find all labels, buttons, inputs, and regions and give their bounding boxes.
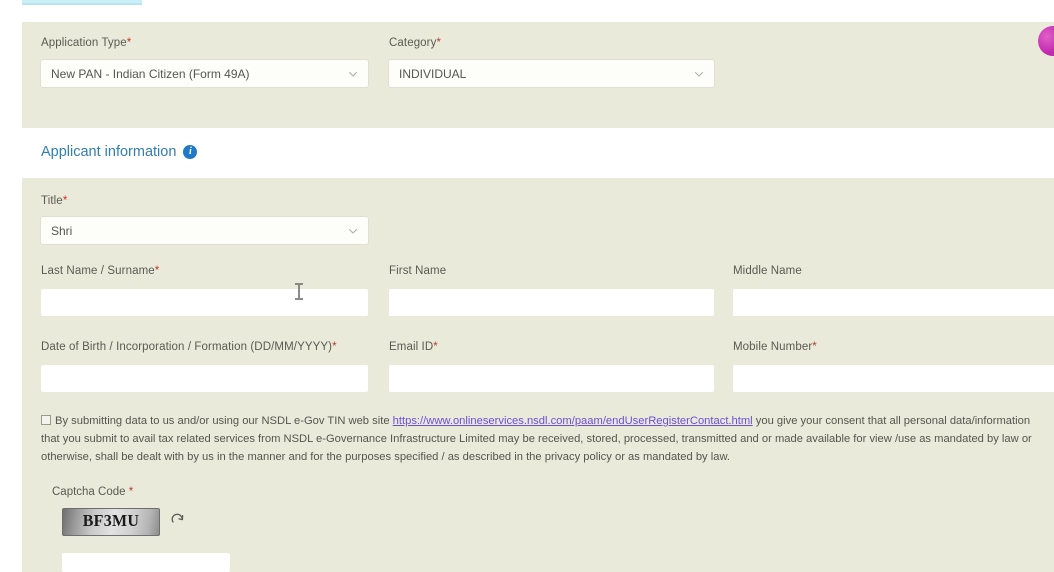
middle-name-label: Middle Name xyxy=(733,265,802,277)
refresh-icon[interactable] xyxy=(170,512,186,528)
title-label: Title* xyxy=(41,195,67,207)
active-tab-underline xyxy=(22,3,142,5)
application-type-required-marker: * xyxy=(126,37,132,49)
date-of-birth-input[interactable] xyxy=(41,365,368,392)
last-name-label-text: Last Name / Surname xyxy=(41,265,155,277)
last-name-label: Last Name / Surname* xyxy=(41,265,159,277)
email-input[interactable] xyxy=(389,365,714,392)
first-name-input[interactable] xyxy=(389,289,714,316)
consent-text-before-link: By submitting data to us and/or using ou… xyxy=(55,415,393,427)
captcha-image: BF3MU xyxy=(62,508,160,536)
captcha-code-input[interactable] xyxy=(62,553,230,572)
mobile-number-required-marker: * xyxy=(812,341,817,353)
applicant-information-heading: Applicant information i xyxy=(41,144,198,160)
applicant-information-heading-text: Applicant information xyxy=(41,144,177,160)
middle-name-label-text: Middle Name xyxy=(733,265,802,277)
date-of-birth-label-text: Date of Birth / Incorporation / Formatio… xyxy=(41,341,333,353)
date-of-birth-required-marker: * xyxy=(332,341,337,353)
chevron-down-icon xyxy=(349,228,357,234)
category-required-marker: * xyxy=(436,37,442,49)
captcha-code-label-text: Captcha Code xyxy=(52,486,129,498)
first-name-label-text: First Name xyxy=(389,265,447,277)
last-name-required-marker: * xyxy=(154,265,160,277)
info-icon[interactable]: i xyxy=(183,145,198,159)
last-name-input[interactable] xyxy=(41,289,368,316)
captcha-code-text: BF3MU xyxy=(82,512,140,531)
application-type-select[interactable]: New PAN - Indian Citizen (Form 49A) xyxy=(41,60,368,87)
category-label: Category* xyxy=(389,37,441,49)
chevron-down-icon xyxy=(695,71,703,77)
captcha-code-label: Captcha Code * xyxy=(52,486,133,498)
category-select[interactable]: INDIVIDUAL xyxy=(389,60,714,87)
title-value: Shri xyxy=(51,223,73,238)
consent-block: By submitting data to us and/or using ou… xyxy=(41,412,1041,466)
title-required-marker: * xyxy=(62,195,68,207)
title-label-text: Title xyxy=(41,195,63,207)
email-label-text: Email ID xyxy=(389,341,434,353)
captcha-required-marker: * xyxy=(128,486,134,498)
email-required-marker: * xyxy=(433,341,438,353)
pan-application-form-page: Application Type* New PAN - Indian Citiz… xyxy=(0,0,1054,572)
nsdl-register-contact-link[interactable]: https://www.onlineservices.nsdl.com/paam… xyxy=(393,415,753,427)
first-name-label: First Name xyxy=(389,265,446,277)
application-type-label-text: Application Type xyxy=(41,37,127,49)
middle-name-input[interactable] xyxy=(733,289,1054,316)
title-select[interactable]: Shri xyxy=(41,217,368,244)
date-of-birth-label: Date of Birth / Incorporation / Formatio… xyxy=(41,341,337,353)
consent-checkbox[interactable] xyxy=(41,415,51,425)
category-label-text: Category xyxy=(389,37,437,49)
mobile-number-label-text: Mobile Number xyxy=(733,341,813,353)
application-type-value: New PAN - Indian Citizen (Form 49A) xyxy=(51,66,250,81)
text-cursor xyxy=(295,283,303,300)
email-label: Email ID* xyxy=(389,341,438,353)
chevron-down-icon xyxy=(349,71,357,77)
mobile-number-label: Mobile Number* xyxy=(733,341,817,353)
application-type-label: Application Type* xyxy=(41,37,131,49)
mobile-number-input[interactable] xyxy=(733,365,1054,392)
category-value: INDIVIDUAL xyxy=(399,66,467,81)
